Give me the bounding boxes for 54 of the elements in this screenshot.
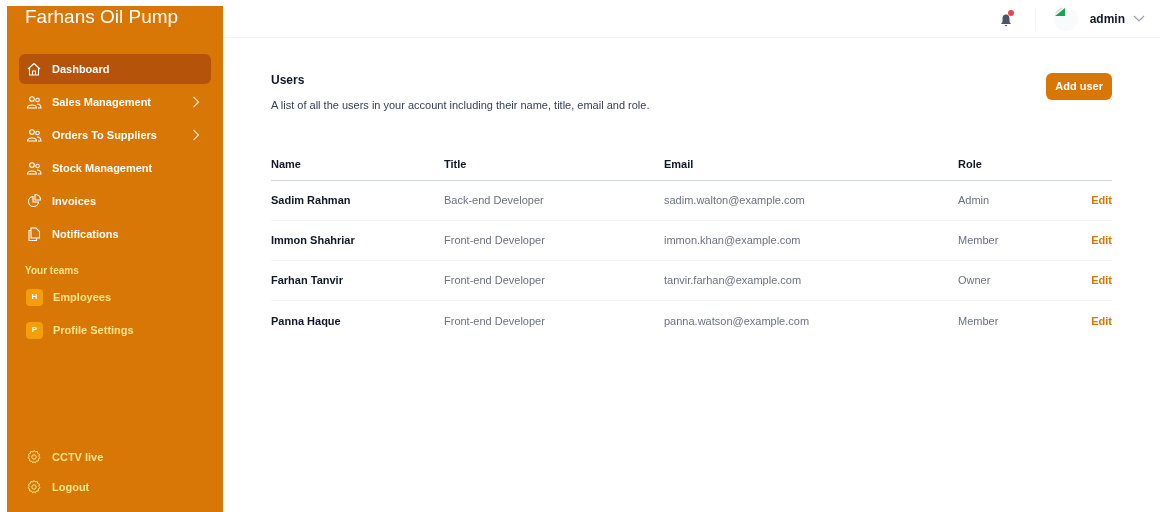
team-initial-badge: P xyxy=(26,321,43,339)
table-cell: panna.watson@example.com xyxy=(664,300,958,341)
edit-link[interactable]: Edit xyxy=(1091,314,1112,327)
nav-item[interactable]: Orders To Suppliers xyxy=(19,120,211,150)
table-cell: Member xyxy=(958,300,1060,341)
bell-icon xyxy=(999,13,1012,27)
team-item[interactable]: P Profile Settings xyxy=(19,315,211,345)
table-cell: Immon Shahriar xyxy=(271,220,444,261)
column-header: Role xyxy=(958,148,1060,181)
section-heading: Your teams xyxy=(25,264,80,278)
table-cell: Admin xyxy=(958,180,1060,221)
settings-icon xyxy=(26,479,42,495)
team-item[interactable]: H Employees xyxy=(19,282,211,312)
documents-icon xyxy=(26,226,42,242)
nav-item[interactable]: Logout xyxy=(19,472,211,502)
settings-icon xyxy=(26,449,42,465)
table-cell: Sadim Rahman xyxy=(271,180,444,221)
table-cell: Farhan Tanvir xyxy=(271,260,444,301)
home-icon xyxy=(26,61,42,77)
nav-item[interactable]: Invoices xyxy=(19,186,211,216)
column-header: Name xyxy=(271,148,444,181)
table-cell: Owner xyxy=(958,260,1060,301)
section-description: A list of all the users in your account including their name, title, email and role. xyxy=(271,98,650,113)
chevron-down-icon xyxy=(1133,14,1145,23)
nav-item[interactable]: Notifications xyxy=(19,219,211,249)
nav-item[interactable]: Dashboard xyxy=(19,54,211,84)
table-cell: Panna Haque xyxy=(271,300,444,341)
table-cell: sadim.walton@example.com xyxy=(664,180,958,221)
avatar[interactable] xyxy=(1053,6,1078,31)
users-icon xyxy=(26,160,42,176)
user-menu-button[interactable]: admin xyxy=(1089,9,1145,28)
table-cell: Front-end Developer xyxy=(444,300,664,341)
users-icon xyxy=(26,127,42,143)
edit-link[interactable]: Edit xyxy=(1091,274,1112,287)
table-cell: Front-end Developer xyxy=(444,220,664,261)
nav-item[interactable]: CCTV live xyxy=(19,442,211,472)
column-header: Email xyxy=(664,148,958,181)
app-title: Farhans Oil Pump xyxy=(25,7,180,27)
section-title: Users xyxy=(271,72,306,89)
table-cell: tanvir.farhan@example.com xyxy=(664,260,958,301)
nav-item[interactable]: Sales Management xyxy=(19,87,211,117)
nav-item[interactable]: Stock Management xyxy=(19,153,211,183)
column-header: Title xyxy=(444,148,664,181)
table-cell: Back-end Developer xyxy=(444,180,664,221)
notification-button[interactable] xyxy=(998,10,1013,27)
table-cell: Member xyxy=(958,220,1060,261)
add-user-button[interactable]: Add user xyxy=(1046,73,1112,100)
users-icon xyxy=(26,94,42,110)
table-cell: Front-end Developer xyxy=(444,260,664,301)
pie-chart-icon xyxy=(26,193,42,209)
edit-link[interactable]: Edit xyxy=(1091,234,1112,247)
table-cell: immon.khan@example.com xyxy=(664,220,958,261)
edit-link[interactable]: Edit xyxy=(1091,194,1112,207)
team-initial-badge: H xyxy=(26,288,43,306)
